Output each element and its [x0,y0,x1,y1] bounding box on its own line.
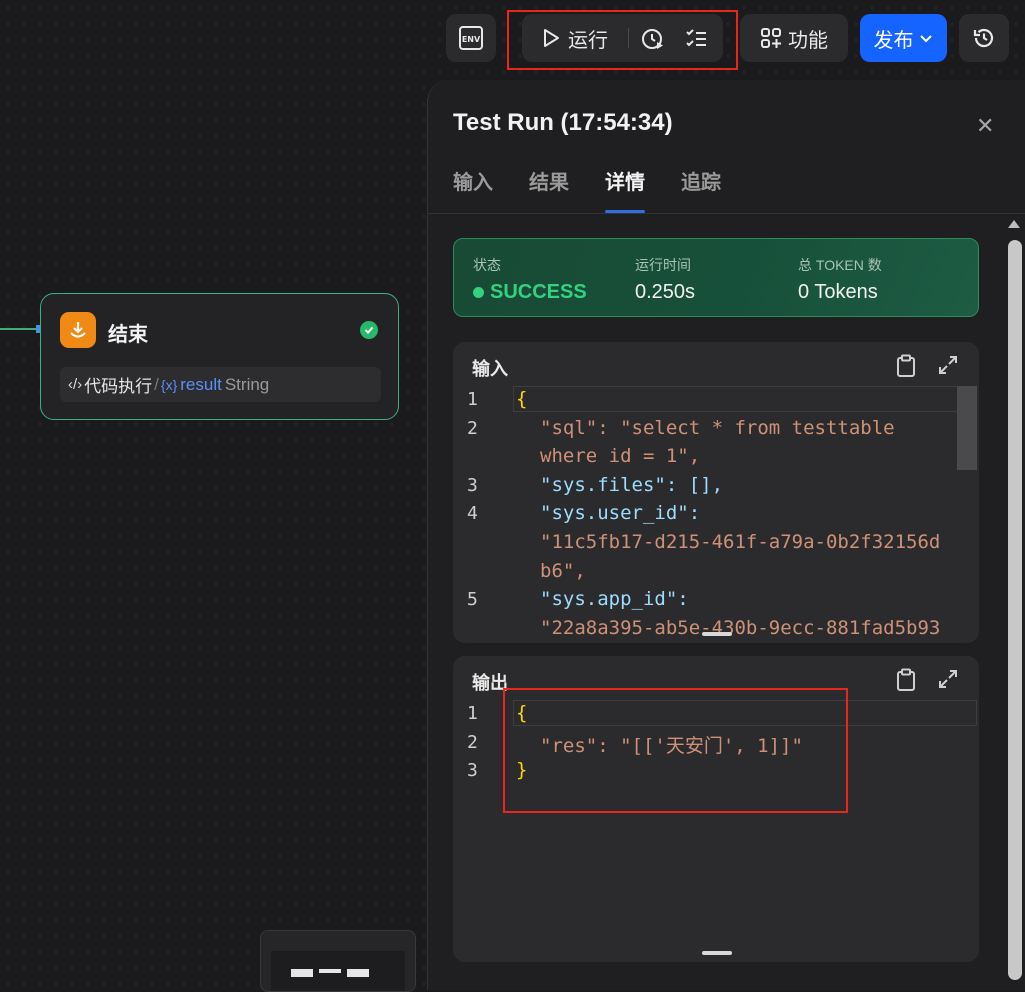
line-number: 2 [467,418,478,439]
code-line: } [516,759,528,781]
line-number: 3 [467,475,478,496]
code-line: "11c5fb17-d215-461f-a79a-0b2f32156d [540,531,941,553]
tabs-divider [428,213,1025,214]
var-type: String [224,374,270,394]
var-badge: {x} [160,376,178,393]
current-line-highlight [513,386,977,412]
timer-play-icon [642,29,663,49]
history-icon [973,28,994,48]
time-value: 0.250s [635,281,696,303]
code-line: where id = 1", [540,445,701,467]
expand-icon[interactable] [937,354,959,376]
var-name: result [180,374,222,394]
features-icon [761,28,781,48]
close-icon[interactable]: ✕ [976,113,994,139]
status-card: 状态 SUCCESS 运行时间 0.250s 总 TOKEN 数 0 Token… [453,238,979,317]
line-number: 1 [467,389,478,410]
checklist-icon [686,29,706,47]
line-number: 1 [467,703,478,724]
expand-icon[interactable] [937,668,959,690]
line-number: 5 [467,589,478,610]
features-button[interactable]: 功能 [740,14,848,62]
panel-scrollbar-thumb[interactable] [1008,240,1022,980]
node-title: 结束 [108,324,148,346]
status-label: 状态 [473,257,501,273]
checklist-button[interactable] [684,26,710,52]
env-icon-text: ENV [462,35,481,44]
run-toolbar-group: 运行 [522,14,723,62]
var-source: 代码执行 [84,377,153,396]
run-label: 运行 [568,29,608,52]
input-card-resize-grip[interactable] [702,632,732,636]
token-value: 0 Tokens [798,281,878,303]
line-number: 3 [467,760,478,781]
code-line: "sys.files": [], [540,474,724,496]
line-number: 2 [467,732,478,753]
run-button[interactable]: 运行 [540,14,608,62]
features-label: 功能 [788,29,828,52]
env-button[interactable]: ENV [446,14,496,62]
minimap[interactable] [260,930,416,992]
code-line: { [516,388,528,410]
tab-result[interactable]: 结果 [529,166,569,206]
tab-bar: 输入 结果 详情 追踪 [453,166,721,213]
output-card-resize-grip[interactable] [702,951,732,955]
output-code-card: 输出 1 { 2 "res": "[['天安门', 1]]" 3 } [453,656,979,962]
status-text: SUCCESS [490,281,587,303]
clipboard-icon[interactable] [895,354,917,378]
minimap-node [291,969,313,977]
token-label: 总 TOKEN 数 [798,257,882,273]
tab-input[interactable]: 输入 [453,166,493,206]
timed-run-button[interactable] [640,26,666,52]
input-card-title: 输入 [472,359,508,379]
code-line: b6", [540,560,586,582]
test-run-panel: Test Run (17:54:34) ✕ 输入 结果 详情 追踪 状态 SUC… [427,80,1025,990]
code-line: { [516,702,528,724]
node-output-variable[interactable]: ‹/› 代码执行 / {x} result String [60,367,381,402]
code-line: "res": "[['天安门', 1]]" [540,735,803,757]
edge-line [0,328,40,330]
check-circle-icon [360,321,378,339]
play-icon [544,29,559,47]
panel-scrollbar-up[interactable] [1008,220,1020,228]
end-node[interactable]: 结束 ‹/› 代码执行 / {x} result String [40,293,399,420]
input-code-editor[interactable]: 1 { 2 "sql": "select * from testtable wh… [453,386,979,643]
status-dot [473,287,484,298]
env-icon: ENV [459,26,483,50]
code-line: "sys.user_id": [540,502,701,524]
minimap-node [347,969,369,977]
output-code-editor[interactable]: 1 { 2 "res": "[['天安门', 1]]" 3 } [453,700,979,962]
code-line: "sql": "select * from testtable [540,417,895,439]
end-node-icon [60,312,96,348]
output-card-title: 输出 [472,673,508,693]
line-number: 4 [467,503,478,524]
toolbar-divider [628,28,629,48]
clipboard-icon[interactable] [895,668,917,692]
status-value: SUCCESS [473,281,587,304]
chevron-down-icon [919,35,932,43]
input-code-card: 输入 1 { 2 "sql": "select * from testtable… [453,342,979,643]
tab-details[interactable]: 详情 [605,166,645,213]
publish-button[interactable]: 发布 [860,14,947,62]
minimap-node [319,969,341,973]
current-line-highlight [513,700,977,726]
editor-scrollbar[interactable] [957,386,977,470]
time-label: 运行时间 [635,257,691,273]
code-line: "22a8a395-ab5e-430b-9ecc-881fad5b93 [540,617,941,639]
tab-trace[interactable]: 追踪 [681,166,721,206]
publish-label: 发布 [873,29,914,52]
code-line: "sys.app_id": [540,588,689,610]
code-icon: ‹/› [68,376,83,393]
var-separator: / [154,374,159,394]
panel-title: Test Run (17:54:34) [453,109,673,136]
history-button[interactable] [959,14,1009,62]
